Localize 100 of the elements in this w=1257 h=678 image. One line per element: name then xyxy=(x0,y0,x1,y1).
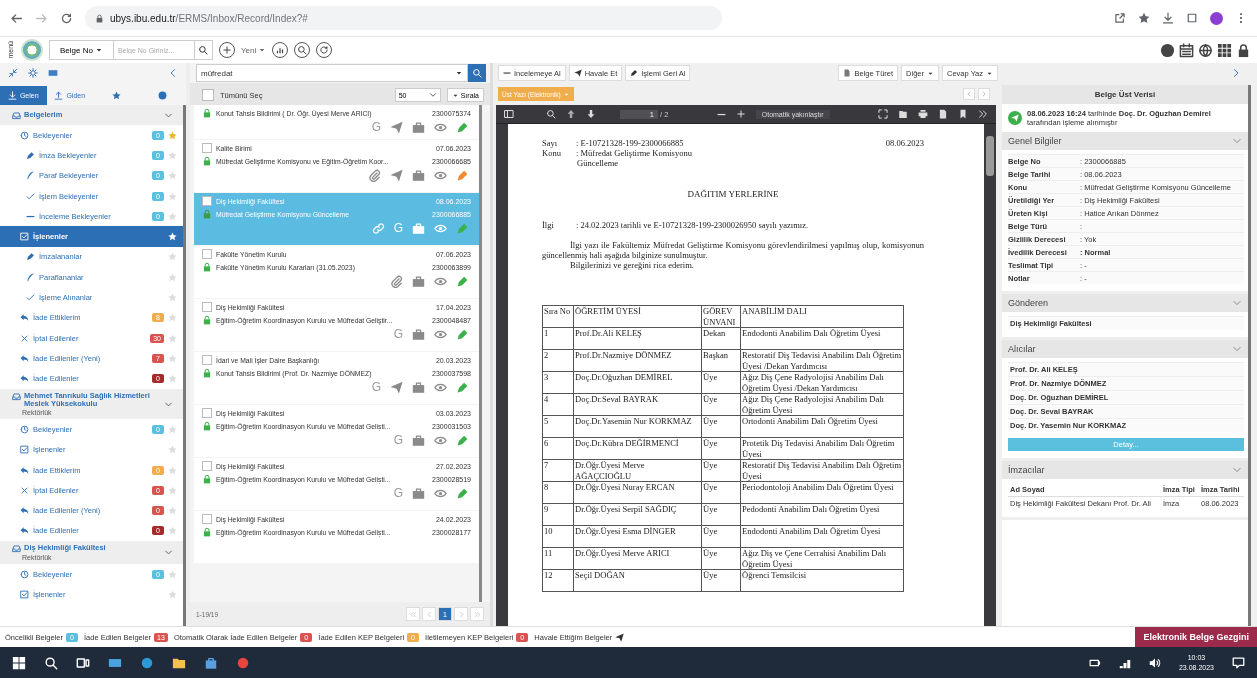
star-icon[interactable] xyxy=(168,445,177,455)
star-icon[interactable] xyxy=(168,485,177,495)
search-icon[interactable] xyxy=(546,109,556,119)
paperclip-icon[interactable] xyxy=(390,275,403,288)
print-icon[interactable] xyxy=(918,109,928,119)
row-checkbox[interactable] xyxy=(202,461,212,471)
save-file-icon[interactable] xyxy=(938,109,948,119)
filter-field[interactable]: müfredat xyxy=(196,64,468,82)
reload-icon[interactable] xyxy=(60,11,73,25)
briefcase-icon[interactable] xyxy=(412,328,425,341)
star-icon[interactable] xyxy=(168,526,177,536)
envelope-icon[interactable] xyxy=(48,68,58,78)
pen-icon[interactable] xyxy=(456,121,469,134)
windows-logo-icon[interactable] xyxy=(12,655,26,670)
paper-plane-icon[interactable] xyxy=(390,121,403,134)
star-icon[interactable] xyxy=(168,252,177,262)
eye-icon[interactable] xyxy=(434,328,447,341)
star-icon[interactable] xyxy=(168,353,177,363)
briefcase-icon[interactable] xyxy=(412,275,425,288)
pen-icon[interactable] xyxy=(456,381,469,394)
star-icon[interactable] xyxy=(168,211,177,221)
paper-plane-icon[interactable] xyxy=(390,169,403,182)
open-file-icon[interactable] xyxy=(898,109,908,119)
briefcase-icon[interactable] xyxy=(412,169,425,182)
section-header[interactable]: Genel Bilgiler xyxy=(1002,132,1248,150)
star-icon[interactable] xyxy=(168,333,177,343)
row-checkbox[interactable] xyxy=(202,514,212,524)
next-page-icon[interactable] xyxy=(586,109,596,119)
star-icon[interactable] xyxy=(168,232,177,242)
explorer-button[interactable]: Elektronik Belge Gezgini xyxy=(1135,627,1257,647)
row-checkbox[interactable] xyxy=(202,408,212,418)
star-icon[interactable] xyxy=(168,293,177,302)
download-icon[interactable] xyxy=(1162,12,1174,24)
eye-icon[interactable] xyxy=(434,487,447,500)
expand-icon[interactable] xyxy=(1231,68,1241,78)
eye-icon[interactable] xyxy=(434,222,447,235)
window-icon[interactable] xyxy=(1186,12,1198,24)
forward-icon[interactable] xyxy=(35,11,48,25)
link-icon[interactable] xyxy=(371,222,385,235)
collapse-icon[interactable] xyxy=(168,68,178,78)
lock-icon[interactable] xyxy=(1236,42,1251,58)
select-all-checkbox[interactable] xyxy=(202,89,214,101)
briefcase-icon[interactable] xyxy=(412,222,425,235)
star-icon[interactable] xyxy=(168,569,177,579)
row-checkbox[interactable] xyxy=(202,196,212,206)
section-header[interactable]: İmzacılar xyxy=(1002,461,1248,479)
compress-icon[interactable] xyxy=(8,68,18,78)
zoom-in-icon[interactable] xyxy=(735,109,746,119)
star-icon[interactable] xyxy=(168,425,177,434)
star-icon[interactable] xyxy=(168,374,177,384)
section-header[interactable]: Gönderen xyxy=(1002,294,1248,312)
previous-page-icon[interactable] xyxy=(566,109,576,119)
row-checkbox[interactable] xyxy=(202,302,212,312)
bookmark-icon[interactable] xyxy=(958,109,968,119)
settings-icon[interactable] xyxy=(28,68,38,78)
share-icon[interactable] xyxy=(1114,12,1126,24)
calendar-icon[interactable] xyxy=(1179,42,1194,58)
pen-icon[interactable] xyxy=(456,434,469,447)
task-view-icon[interactable] xyxy=(76,655,90,670)
briefcase-icon[interactable] xyxy=(412,121,425,134)
eye-icon[interactable] xyxy=(434,169,447,182)
briefcase-icon[interactable] xyxy=(412,434,425,447)
notification-icon[interactable] xyxy=(1232,656,1245,669)
sidebar-toggle-icon[interactable] xyxy=(504,109,514,119)
briefcase-icon[interactable] xyxy=(412,381,425,394)
fullscreen-icon[interactable] xyxy=(878,109,888,119)
star-icon[interactable] xyxy=(168,171,177,181)
section-header[interactable]: Alıcılar xyxy=(1002,340,1248,358)
row-checkbox[interactable] xyxy=(202,249,212,259)
eye-icon[interactable] xyxy=(434,121,447,134)
star-icon[interactable] xyxy=(168,272,177,282)
more-tools-icon[interactable] xyxy=(978,109,988,119)
paperclip-icon[interactable] xyxy=(368,169,381,182)
eye-icon[interactable] xyxy=(434,381,447,394)
search-icon[interactable] xyxy=(44,655,58,670)
profile-avatar[interactable] xyxy=(1210,11,1223,25)
row-checkbox[interactable] xyxy=(202,355,212,365)
star-icon[interactable] xyxy=(168,590,177,600)
search-button[interactable] xyxy=(468,64,486,82)
star-icon[interactable] xyxy=(168,465,177,475)
pen-icon[interactable] xyxy=(456,487,469,500)
paper-plane-icon[interactable] xyxy=(390,381,403,394)
star-icon[interactable] xyxy=(168,150,177,160)
pen-icon[interactable] xyxy=(456,275,469,288)
globe-icon[interactable] xyxy=(1198,42,1213,58)
new-dropdown[interactable]: Yeni xyxy=(240,45,267,55)
eye-icon[interactable] xyxy=(434,434,447,447)
pen-icon[interactable] xyxy=(456,169,469,182)
back-icon[interactable] xyxy=(10,11,23,25)
star-icon[interactable] xyxy=(168,191,177,201)
address-bar[interactable]: ubys.ibu.edu.tr/ERMS/Inbox/Record/Index?# xyxy=(85,6,722,30)
scrollbar-thumb[interactable] xyxy=(986,136,994,176)
eye-icon[interactable] xyxy=(434,275,447,288)
bookmark-star-icon[interactable] xyxy=(1138,12,1150,24)
pen-icon[interactable] xyxy=(456,328,469,341)
star-icon[interactable] xyxy=(168,506,177,516)
store-icon[interactable] xyxy=(204,655,218,670)
star-icon[interactable] xyxy=(168,130,177,140)
row-checkbox[interactable] xyxy=(202,143,212,153)
apps-grid-icon[interactable] xyxy=(1217,42,1232,58)
